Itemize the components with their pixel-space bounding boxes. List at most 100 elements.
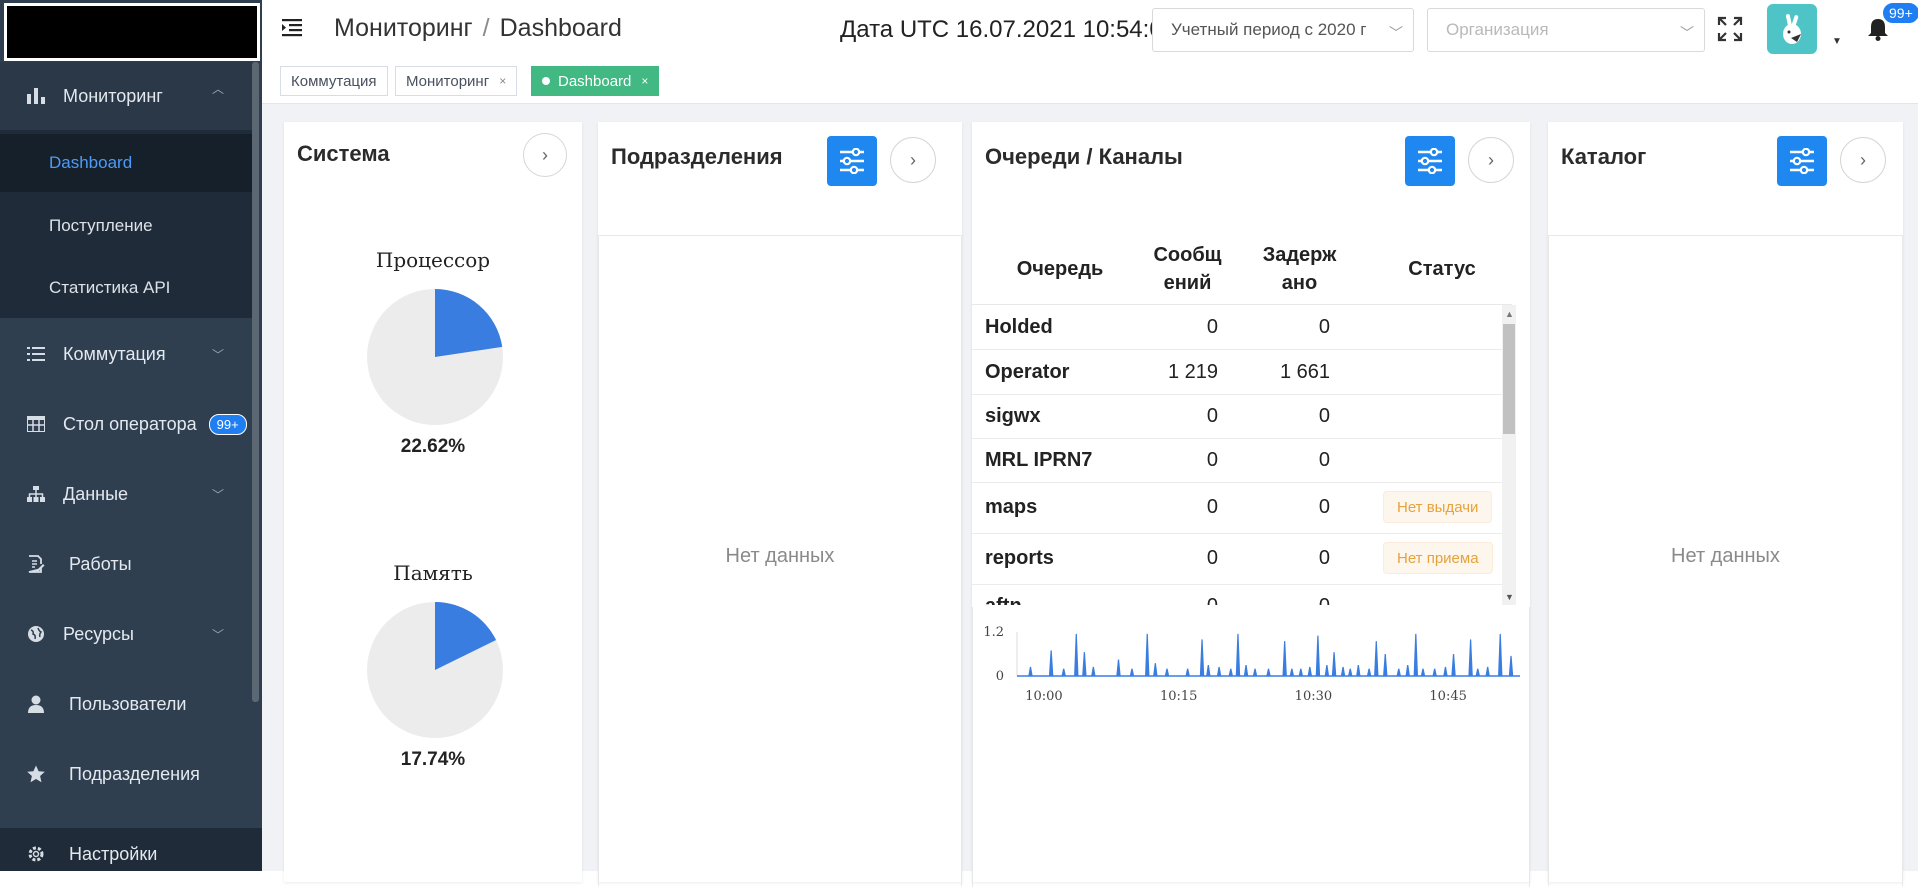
sidebar-item-resources[interactable]: Ресурсы ﹀ <box>0 608 252 660</box>
tab-bar: Коммутация Мониторинг × Dashboard × <box>262 61 1918 104</box>
messages-count: 0 <box>1206 547 1218 569</box>
logo[interactable] <box>4 3 260 61</box>
chart-spike <box>1443 666 1448 676</box>
queue-table-body[interactable]: Holded 0 0 Operator 1 219 1 661 sigwx 0 … <box>972 305 1502 605</box>
chart-spike <box>1383 654 1388 676</box>
submenu-item-api-stats[interactable]: Статистика API <box>0 258 252 318</box>
settings-row: Настройки <box>0 834 252 874</box>
sidebar-item-departments[interactable]: Подразделения <box>0 748 252 800</box>
period-select[interactable]: Учетный период с 2020 г ﹀ <box>1152 8 1414 52</box>
sidebar-item-settings[interactable]: Настройки <box>0 828 262 871</box>
sidebar-item-operator-desk[interactable]: Стол оператора 99+ <box>0 398 252 450</box>
chart-spike <box>1432 668 1437 676</box>
queue-table-scrollbar[interactable]: ▲ ▼ <box>1502 305 1516 605</box>
tab-dashboard[interactable]: Dashboard × <box>531 66 660 96</box>
tab-label: Dashboard <box>558 72 632 90</box>
sidebar-item-monitoring[interactable]: Мониторинг ︿ <box>0 62 252 130</box>
sidebar-item-users[interactable]: Пользователи <box>0 678 252 730</box>
fullscreen-icon[interactable] <box>1717 16 1743 42</box>
sidebar-scrollbar[interactable] <box>252 62 259 702</box>
filter-settings-button[interactable] <box>827 136 877 186</box>
departments-card: Подразделения › Нет данных <box>598 122 962 886</box>
close-icon[interactable]: × <box>499 74 506 88</box>
sliders-icon <box>840 148 864 174</box>
table-icon <box>25 413 47 435</box>
chevron-up-icon: ︿ <box>211 82 224 96</box>
cpu-value: 22.62% <box>400 436 466 457</box>
top-header: Мониторинг / Dashboard Дата UTC 16.07.2021… <box>262 0 1918 60</box>
sidebar-item-switching[interactable]: Коммутация ﹀ <box>0 328 252 380</box>
submenu-item-dashboard[interactable]: Dashboard <box>0 134 252 192</box>
queue-table-header: Очередь Сообщений Задержано Статус <box>972 234 1512 305</box>
queue-name: MRL IPRN7 <box>985 449 1093 471</box>
table-row: Operator 1 219 1 661 <box>972 350 1502 395</box>
tab-label: Мониторинг <box>406 72 490 90</box>
user-icon <box>25 693 47 715</box>
chart-spike <box>1498 633 1503 676</box>
chart-spike <box>1315 635 1321 676</box>
scrollbar-thumb[interactable] <box>1503 324 1515 434</box>
sidebar-item-label: Пользователи <box>69 693 187 714</box>
card-title: Каталог <box>1561 144 1647 169</box>
chart-spike <box>1282 641 1287 676</box>
column-queue: Очередь <box>1016 258 1104 280</box>
caret-down-icon[interactable]: ▼ <box>1832 36 1842 47</box>
chevron-right-icon[interactable]: › <box>523 133 567 177</box>
sidebar-item-label: Данные <box>63 483 129 504</box>
y-tick-label: 1.2 <box>983 625 1004 640</box>
chevron-right-icon[interactable]: › <box>890 137 936 183</box>
chart-spike <box>1266 668 1271 676</box>
chart-spike <box>1091 666 1096 676</box>
chart-spike <box>1235 633 1241 676</box>
chart-spike <box>1164 668 1170 676</box>
sidebar-item-label: Подразделения <box>69 763 200 784</box>
breadcrumb-separator: / <box>482 14 490 42</box>
chart-spike <box>1405 665 1410 676</box>
card-title: Система <box>297 141 390 166</box>
menu-toggle-icon[interactable] <box>282 18 304 38</box>
card-divider <box>598 235 962 236</box>
x-tick-label: 10:30 <box>1295 689 1332 704</box>
chart-spike <box>1082 652 1087 676</box>
chart-spike <box>1243 665 1249 676</box>
submenu-item-incoming[interactable]: Поступление <box>0 196 252 256</box>
filter-settings-button[interactable] <box>1777 136 1827 186</box>
close-icon[interactable]: × <box>641 74 648 88</box>
chart-series <box>1017 633 1520 677</box>
breadcrumb-current: Dashboard <box>499 14 622 42</box>
tab-switching[interactable]: Коммутация <box>280 66 388 96</box>
messages-count: 0 <box>1206 405 1218 427</box>
filter-settings-button[interactable] <box>1405 136 1455 186</box>
chart-spike <box>1199 639 1205 676</box>
chart-spike <box>1307 666 1313 676</box>
sidebar-item-label: Стол оператора <box>63 413 197 434</box>
delay-count: 1 661 <box>1279 361 1330 383</box>
card-title: Подразделения <box>611 144 783 169</box>
table-row: MRL IPRN7 0 0 <box>972 439 1502 483</box>
messages-count: 1 219 <box>1167 361 1218 383</box>
chevron-down-icon: ﹀ <box>211 488 224 502</box>
sidebar-item-data[interactable]: Данные ﹀ <box>0 468 252 520</box>
chevron-down-icon: ﹀ <box>1389 25 1403 41</box>
chevron-right-icon[interactable]: › <box>1840 137 1886 183</box>
chevron-down-icon: ﹀ <box>211 628 224 642</box>
memory-value: 17.74% <box>400 749 466 770</box>
scroll-up-icon[interactable]: ▲ <box>1505 309 1514 319</box>
delay-count: 0 <box>1318 547 1330 569</box>
queue-name: aftn <box>985 595 1022 605</box>
submenu-label: Статистика API <box>49 278 171 297</box>
document-edit-icon <box>25 553 47 575</box>
breadcrumb-root[interactable]: Мониторинг <box>334 14 473 42</box>
scroll-down-icon[interactable]: ▼ <box>1505 592 1514 602</box>
chart-spike <box>1206 665 1211 676</box>
organization-select[interactable]: Организация ﹀ <box>1427 8 1705 52</box>
queue-activity-chart: 1.2 0 10:00 10:15 10:30 10:45 <box>983 625 1520 704</box>
tab-monitoring[interactable]: Мониторинг × <box>395 66 518 96</box>
chevron-right-icon[interactable]: › <box>1468 137 1514 183</box>
sidebar-item-label: Настройки <box>69 843 158 864</box>
sidebar-item-jobs[interactable]: Работы <box>0 538 252 590</box>
delay-count: 0 <box>1318 496 1330 518</box>
avatar[interactable] <box>1767 4 1817 54</box>
sidebar: Мониторинг ︿ Dashboard Поступление Стати… <box>0 0 262 871</box>
card-title: Очереди / Каналы <box>985 144 1183 169</box>
